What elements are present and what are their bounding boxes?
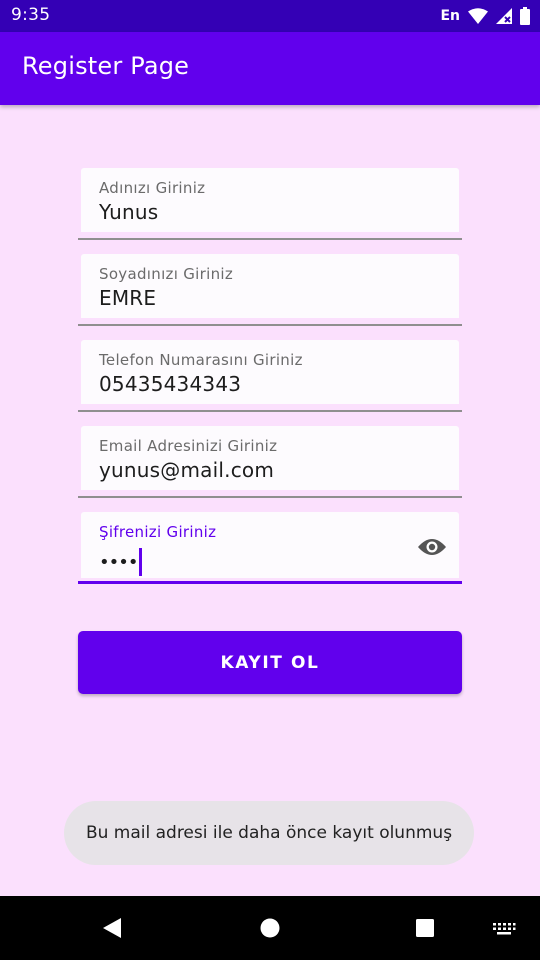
password-label: Şifrenizi Giriniz bbox=[99, 523, 217, 541]
toast-message: Bu mail adresi ile daha önce kayıt olunm… bbox=[64, 801, 474, 865]
password-field[interactable]: Şifrenizi Giriniz •••• bbox=[78, 512, 462, 584]
password-masked-value: •••• bbox=[99, 551, 138, 573]
eye-icon[interactable] bbox=[416, 534, 448, 560]
navigation-bar bbox=[0, 896, 540, 960]
register-button[interactable]: KAYIT OL bbox=[78, 631, 462, 694]
app-bar: Register Page bbox=[0, 32, 540, 105]
battery-icon bbox=[520, 7, 530, 25]
phone-underline bbox=[78, 410, 462, 412]
register-screen: 9:35 En Register Page Adınızı Giriniz Yu… bbox=[0, 0, 540, 960]
last-name-underline bbox=[78, 324, 462, 326]
page-title: Register Page bbox=[22, 52, 190, 80]
first-name-underline bbox=[78, 238, 462, 240]
phone-label: Telefon Numarasını Giriniz bbox=[99, 351, 303, 369]
first-name-input[interactable]: Yunus bbox=[99, 200, 158, 224]
home-icon[interactable] bbox=[259, 917, 281, 943]
recents-icon[interactable] bbox=[415, 918, 435, 942]
password-underline bbox=[78, 581, 462, 584]
last-name-input[interactable]: EMRE bbox=[99, 286, 156, 310]
back-icon[interactable] bbox=[101, 917, 123, 943]
text-cursor bbox=[139, 548, 142, 576]
email-underline bbox=[78, 496, 462, 498]
signal-icon bbox=[496, 8, 512, 24]
phone-input[interactable]: 05435434343 bbox=[99, 372, 241, 396]
status-time: 9:35 bbox=[11, 5, 51, 25]
first-name-field[interactable]: Adınızı Giriniz Yunus bbox=[78, 168, 462, 240]
phone-field[interactable]: Telefon Numarasını Giriniz 05435434343 bbox=[78, 340, 462, 412]
email-label: Email Adresinizi Giriniz bbox=[99, 437, 278, 455]
email-field[interactable]: Email Adresinizi Giriniz yunus@mail.com bbox=[78, 426, 462, 498]
email-input[interactable]: yunus@mail.com bbox=[99, 458, 274, 482]
first-name-label: Adınızı Giriniz bbox=[99, 179, 206, 197]
keyboard-icon[interactable] bbox=[492, 921, 516, 940]
last-name-label: Soyadınızı Giriniz bbox=[99, 265, 234, 283]
password-input[interactable]: •••• bbox=[99, 548, 142, 576]
language-indicator: En bbox=[440, 8, 460, 24]
status-bar: 9:35 En bbox=[0, 0, 540, 32]
status-icons: En bbox=[440, 5, 530, 27]
last-name-field[interactable]: Soyadınızı Giriniz EMRE bbox=[78, 254, 462, 326]
wifi-icon bbox=[468, 8, 488, 24]
